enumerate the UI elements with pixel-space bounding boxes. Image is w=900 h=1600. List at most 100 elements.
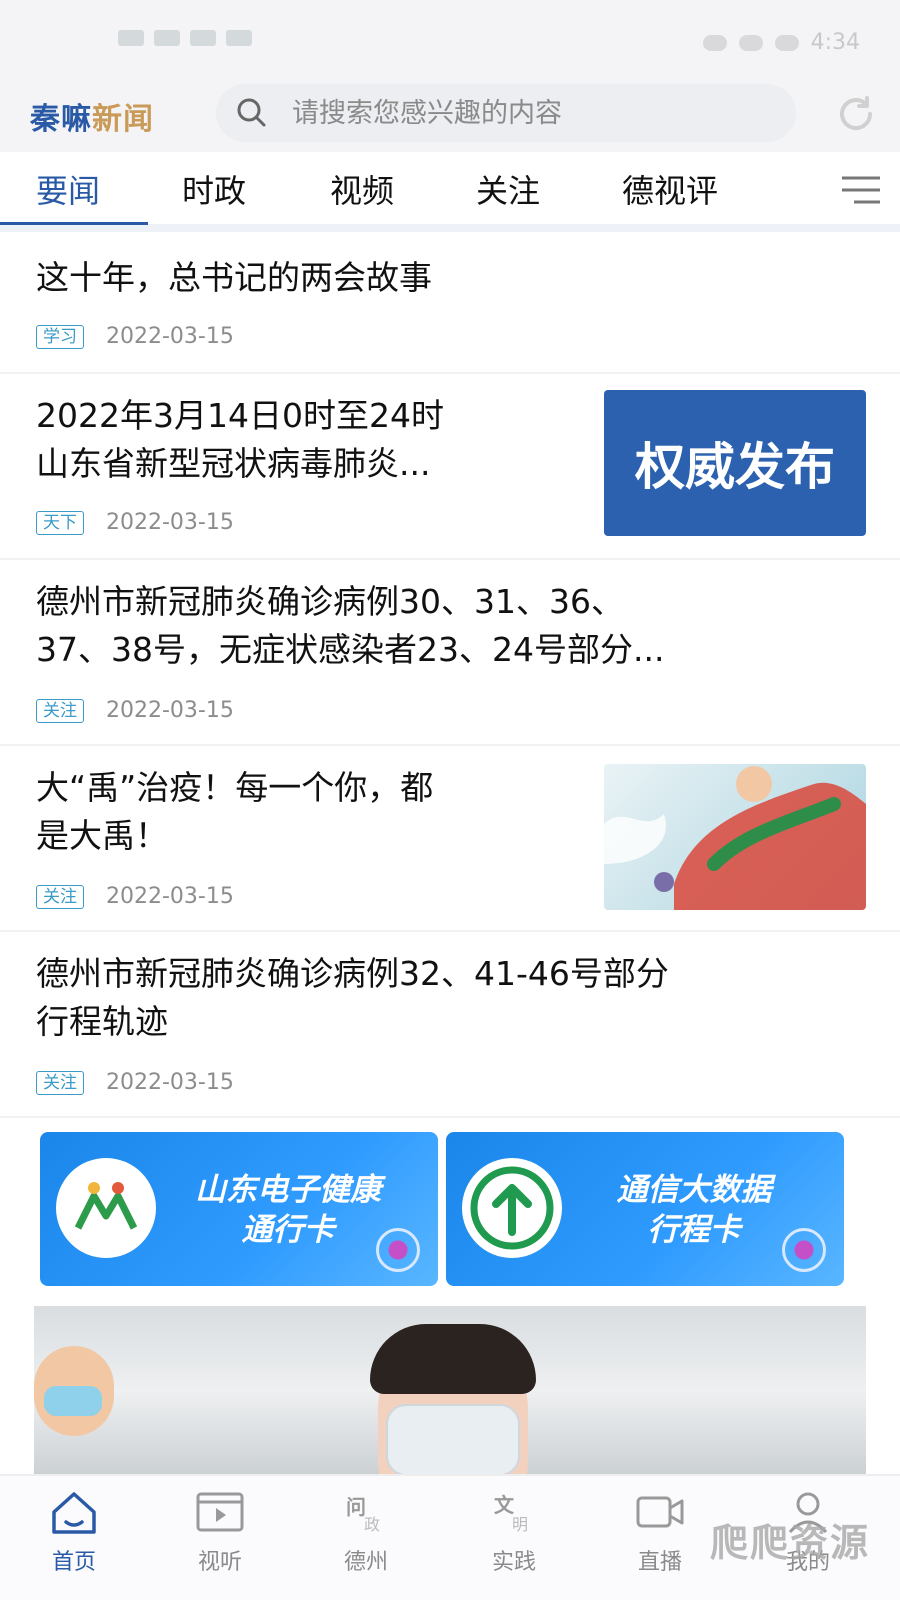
health-pass-banner[interactable]: 山东电子健康 通行卡 — [40, 1132, 438, 1286]
tab-guanzhu[interactable]: 关注 — [476, 166, 540, 212]
news-title: 德州市新冠肺炎确诊病例30、31、36、 37、38号，无症状感染者23、24号… — [36, 578, 664, 674]
title-line: 是大禹！ — [36, 816, 168, 855]
app-logo: 秦嘛新闻 — [30, 94, 154, 138]
nav-shijian[interactable]: 文 明 实践 — [454, 1488, 574, 1576]
virus-icon — [782, 1228, 826, 1272]
eye-icon — [702, 34, 727, 51]
app-header: 秦嘛新闻 — [0, 80, 900, 152]
nav-label: 直播 — [637, 1550, 682, 1575]
nav-label: 首页 — [51, 1550, 96, 1575]
news-date: 2022-03-15 — [106, 884, 234, 909]
dragon-illustration — [604, 766, 866, 910]
wenming-icon: 文 明 — [494, 1493, 528, 1534]
title-line: 37、38号，无症状感染者23、24号部分... — [36, 630, 665, 669]
refresh-icon[interactable] — [834, 92, 878, 136]
title-line: 行程轨迹 — [36, 1002, 168, 1041]
service-banners: 山东电子健康 通行卡 通信大数据 行程卡 — [0, 1122, 900, 1292]
cartoon-mask — [44, 1386, 102, 1416]
channel-menu-icon[interactable] — [834, 170, 884, 210]
tab-shipin[interactable]: 视频 — [330, 166, 394, 212]
home-icon — [52, 1492, 96, 1534]
svg-text:问: 问 — [346, 1495, 366, 1519]
news-item[interactable]: 德州市新冠肺炎确诊病例32、41-46号部分 行程轨迹 关注 2022-03-1… — [0, 932, 900, 1118]
title-line: 德州市新冠肺炎确诊病例30、31、36、 — [36, 582, 624, 621]
svg-text:文: 文 — [494, 1493, 515, 1517]
person-hair — [370, 1324, 536, 1394]
search-input[interactable] — [292, 84, 782, 142]
virus-icon — [376, 1228, 420, 1272]
news-date: 2022-03-15 — [106, 1070, 234, 1095]
nav-live[interactable]: 直播 — [600, 1488, 720, 1576]
news-date: 2022-03-15 — [106, 324, 234, 349]
banner-line: 通信大数据 — [616, 1172, 772, 1208]
nav-dezhou[interactable]: 问 政 德州 — [306, 1488, 426, 1576]
travel-card-banner[interactable]: 通信大数据 行程卡 — [446, 1132, 844, 1286]
news-date: 2022-03-15 — [106, 698, 234, 723]
news-meta: 学习 2022-03-15 — [36, 324, 234, 349]
tabs-fade — [804, 152, 834, 224]
nav-label: 德州 — [343, 1550, 388, 1575]
status-icons-left — [118, 30, 252, 46]
news-meta: 天下 2022-03-15 — [36, 510, 234, 535]
news-item[interactable]: 这十年，总书记的两会故事 学习 2022-03-15 — [0, 240, 900, 374]
news-date: 2022-03-15 — [106, 510, 234, 535]
news-tag: 关注 — [36, 698, 84, 723]
svg-text:明: 明 — [512, 1515, 528, 1534]
news-tag: 关注 — [36, 1070, 84, 1095]
title-line: 山东省新型冠状病毒肺炎... — [36, 444, 431, 483]
svg-text:政: 政 — [364, 1515, 380, 1534]
news-tag: 学习 — [36, 324, 84, 349]
search-bar[interactable] — [216, 84, 796, 142]
banner-line: 行程卡 — [647, 1212, 741, 1248]
news-item[interactable]: 大“禹”治疫！每一个你，都 是大禹！ 关注 2022-03-15 — [0, 746, 900, 932]
logo-part2: 新闻 — [92, 102, 154, 137]
battery-icon — [774, 34, 799, 51]
news-thumbnail[interactable] — [604, 764, 866, 910]
search-icon — [237, 98, 266, 127]
news-meta: 关注 2022-03-15 — [36, 884, 234, 909]
watermark: 爬爬资源 — [709, 1521, 870, 1565]
status-icons-right: 4:34 — [702, 30, 860, 55]
bottom-nav: 首页 视听 问 政 德州 文 明 实践 直播 我的 爬爬资源 — [0, 1474, 900, 1600]
thumbnail-text: 权威发布 — [635, 438, 835, 496]
news-title: 大“禹”治疫！每一个你，都 是大禹！ — [36, 764, 433, 860]
news-title: 德州市新冠肺炎确诊病例32、41-46号部分 行程轨迹 — [36, 950, 669, 1046]
news-meta: 关注 2022-03-15 — [36, 1070, 234, 1095]
nav-label: 实践 — [491, 1550, 536, 1575]
news-item[interactable]: 2022年3月14日0时至24时 山东省新型冠状病毒肺炎... 天下 2022-… — [0, 374, 900, 560]
logo-part1: 秦嘛 — [30, 102, 92, 137]
banner-text: 山东电子健康 通行卡 — [168, 1170, 408, 1250]
tab-yaowen[interactable]: 要闻 — [36, 166, 100, 212]
banner-line: 通行卡 — [241, 1212, 335, 1248]
title-line: 2022年3月14日0时至24时 — [36, 396, 444, 435]
face-mask — [386, 1404, 520, 1476]
nav-video[interactable]: 视听 — [160, 1488, 280, 1576]
title-line: 德州市新冠肺炎确诊病例32、41-46号部分 — [36, 954, 669, 993]
news-tag: 关注 — [36, 884, 84, 909]
channel-tabs: 要闻 时政 视频 关注 德视评 — [0, 152, 900, 232]
news-meta: 关注 2022-03-15 — [36, 698, 234, 723]
status-time: 4:34 — [810, 30, 860, 55]
banner-line: 山东电子健康 — [195, 1172, 381, 1208]
tab-shizheng[interactable]: 时政 — [182, 166, 246, 212]
status-bar: 4:34 — [0, 0, 900, 80]
health-logo-icon — [56, 1158, 156, 1258]
nav-label: 视听 — [197, 1550, 242, 1575]
title-line: 这十年，总书记的两会故事 — [36, 258, 432, 297]
arrow-up-icon — [462, 1158, 562, 1258]
news-thumbnail[interactable]: 权威发布 — [604, 390, 866, 536]
wenzheng-icon: 问 政 — [346, 1495, 380, 1534]
featured-photo[interactable] — [34, 1306, 866, 1476]
nav-home[interactable]: 首页 — [14, 1488, 134, 1576]
active-tab-indicator — [0, 222, 148, 225]
banner-text: 通信大数据 行程卡 — [574, 1170, 814, 1250]
camera-icon — [636, 1496, 684, 1528]
news-item[interactable]: 德州市新冠肺炎确诊病例30、31、36、 37、38号，无症状感染者23、24号… — [0, 560, 900, 746]
title-line: 大“禹”治疫！每一个你，都 — [36, 768, 434, 807]
news-title: 这十年，总书记的两会故事 — [36, 254, 432, 302]
tab-deshiping[interactable]: 德视评 — [622, 166, 718, 212]
news-title: 2022年3月14日0时至24时 山东省新型冠状病毒肺炎... — [36, 392, 444, 488]
alarm-icon — [738, 34, 763, 51]
news-list: 这十年，总书记的两会故事 学习 2022-03-15 2022年3月14日0时至… — [0, 240, 900, 1118]
news-tag: 天下 — [36, 510, 84, 535]
